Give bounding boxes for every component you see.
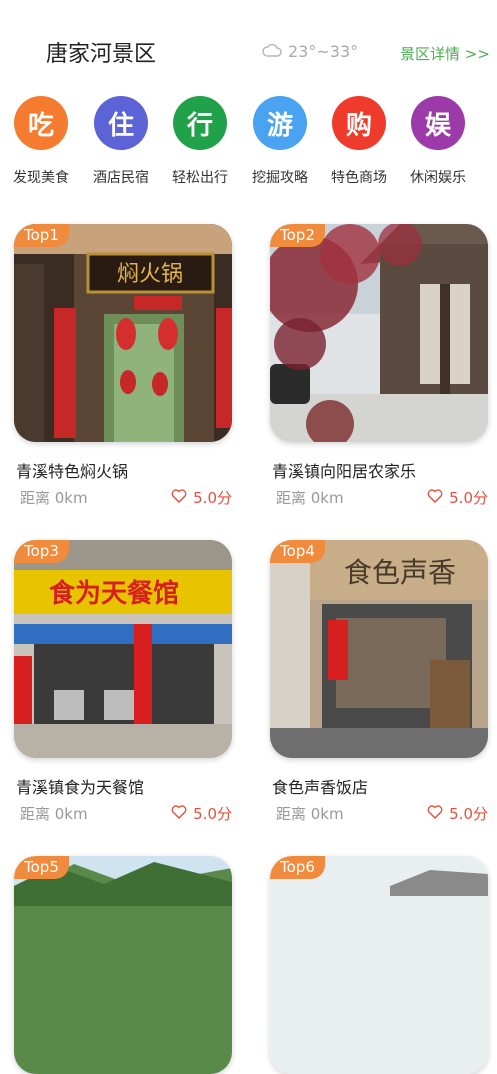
rating-value: 5.0分: [193, 805, 232, 823]
rank-badge: Top5: [14, 856, 69, 879]
category-label: 发现美食: [13, 170, 69, 186]
entertainment-icon: 娱: [411, 96, 465, 150]
place-distance: 距离 0km: [20, 489, 88, 507]
rank-badge: Top2: [270, 224, 325, 247]
heart-icon[interactable]: [427, 804, 443, 823]
travel-icon: 行: [173, 96, 227, 150]
rank-badge: Top4: [270, 540, 325, 563]
place-card[interactable]: 焖火锅 Top1 青溪特色焖火锅 距离 0km 5.0分: [14, 224, 232, 507]
category-label: 酒店民宿: [93, 170, 149, 186]
rating-value: 5.0分: [449, 805, 488, 823]
place-rating: 5.0分: [427, 487, 488, 508]
rating-value: 5.0分: [449, 489, 488, 507]
shop-sign-text: 焖火锅: [117, 262, 183, 287]
place-photo: Top5: [14, 856, 232, 1074]
rank-badge: Top3: [14, 540, 69, 563]
category-nav: 吃 发现美食 住 酒店民宿 行 轻松出行 游 挖掘攻略 购 特色商场 娱 休闲娱…: [0, 96, 497, 196]
cloud-icon: [262, 42, 282, 61]
category-label: 轻松出行: [172, 170, 228, 186]
place-photo: 食为天餐馆 Top3: [14, 540, 232, 758]
place-name: 食色声香饭店: [272, 778, 369, 797]
category-food[interactable]: 吃 发现美食: [1, 96, 81, 187]
heart-icon[interactable]: [171, 804, 187, 823]
shopping-icon: 购: [332, 96, 386, 150]
rank-badge: Top1: [14, 224, 69, 247]
category-label: 休闲娱乐: [410, 170, 466, 186]
category-entertainment[interactable]: 娱 休闲娱乐: [398, 96, 478, 187]
hotel-icon: 住: [94, 96, 148, 150]
category-hotel[interactable]: 住 酒店民宿: [81, 96, 161, 187]
place-name: 青溪镇食为天餐馆: [16, 778, 145, 797]
place-photo: 焖火锅 Top1: [14, 224, 232, 442]
place-name: 青溪镇向阳居农家乐: [272, 462, 417, 481]
place-photo: 食色声香 Top4: [270, 540, 488, 758]
shop-sign-text: 食色声香: [344, 556, 456, 589]
food-icon: 吃: [14, 96, 68, 150]
category-label: 特色商场: [331, 170, 387, 186]
scenic-detail-link[interactable]: 景区详情 >>: [400, 43, 490, 64]
place-card[interactable]: Top5: [14, 856, 232, 1074]
weather-info: 23°~33°: [262, 42, 358, 61]
place-distance: 距离 0km: [20, 805, 88, 823]
header: 唐家河景区 23°~33° 景区详情 >>: [0, 0, 497, 100]
place-card[interactable]: Top2 青溪镇向阳居农家乐 距离 0km 5.0分: [270, 224, 488, 507]
place-card[interactable]: 食为天餐馆 Top3 青溪镇食为天餐馆 距离 0km 5.0分: [14, 540, 232, 823]
shop-sign-text: 食为天餐馆: [49, 578, 179, 609]
place-rating: 5.0分: [171, 487, 232, 508]
guide-icon: 游: [253, 96, 307, 150]
place-card[interactable]: Top6: [270, 856, 488, 1074]
category-label: 挖掘攻略: [252, 170, 308, 186]
place-card[interactable]: 食色声香 Top4 食色声香饭店 距离 0km 5.0分: [270, 540, 488, 823]
place-photo: Top2: [270, 224, 488, 442]
rank-badge: Top6: [270, 856, 325, 879]
place-distance: 距离 0km: [276, 489, 344, 507]
page-title: 唐家河景区: [46, 42, 157, 67]
place-rating: 5.0分: [171, 803, 232, 824]
place-photo: Top6: [270, 856, 488, 1074]
temperature-range: 23°~33°: [288, 42, 359, 61]
category-shopping[interactable]: 购 特色商场: [319, 96, 399, 187]
heart-icon[interactable]: [171, 488, 187, 507]
heart-icon[interactable]: [427, 488, 443, 507]
place-rating: 5.0分: [427, 803, 488, 824]
category-guide[interactable]: 游 挖掘攻略: [240, 96, 320, 187]
place-distance: 距离 0km: [276, 805, 344, 823]
place-name: 青溪特色焖火锅: [16, 462, 129, 481]
rating-value: 5.0分: [193, 489, 232, 507]
category-travel[interactable]: 行 轻松出行: [160, 96, 240, 187]
